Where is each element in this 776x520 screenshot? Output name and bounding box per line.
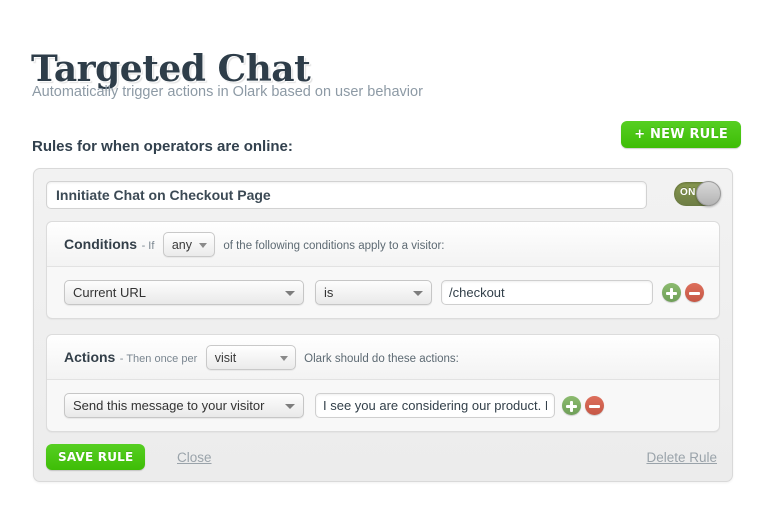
actions-title: Actions [64,349,116,365]
toggle-knob[interactable] [696,181,721,206]
chevron-down-icon [413,291,423,296]
conditions-match-value: any [171,238,193,253]
add-condition-button[interactable] [662,283,681,302]
chevron-down-icon [285,404,295,409]
toggle-state-label: ON [680,187,696,198]
conditions-prefix: - If [141,240,155,252]
rule-card: ON Conditions - If any of the following … [33,168,733,482]
action-message-input[interactable] [315,393,555,418]
rule-enabled-toggle[interactable]: ON [674,181,721,206]
plus-icon [670,287,673,299]
condition-field-value: Current URL [73,285,146,300]
save-rule-button[interactable]: SAVE RULE [46,444,146,470]
rule-title-row: ON [46,181,721,209]
conditions-section: Conditions - If any of the following con… [46,221,720,319]
rule-name-input[interactable] [46,181,647,209]
action-type-value: Send this message to your visitor [73,398,265,413]
close-link[interactable]: Close [177,450,212,465]
condition-operator-value: is [324,285,334,300]
rules-section-label: Rules for when operators are online: [32,138,293,155]
page-subtitle: Automatically trigger actions in Olark b… [32,84,423,100]
actions-suffix: Olark should do these actions: [304,353,459,365]
new-rule-button[interactable]: + NEW RULE [621,121,741,148]
actions-section: Actions - Then once per visit Olark shou… [46,334,720,432]
chevron-down-icon [198,243,207,249]
actions-frequency-select[interactable]: visit [205,345,296,371]
chevron-down-icon [285,291,295,296]
remove-condition-button[interactable] [685,283,704,302]
actions-prefix: - Then once per [119,353,198,365]
condition-operator-select[interactable]: is [315,280,432,305]
actions-frequency-value: visit [214,351,237,366]
conditions-title: Conditions [64,236,138,252]
actions-row: Send this message to your visitor [47,380,719,432]
minus-icon [689,291,700,295]
conditions-header: Conditions - If any of the following con… [47,222,719,267]
conditions-match-select[interactable]: any [162,232,215,258]
actions-header: Actions - Then once per visit Olark shou… [47,335,719,380]
add-action-button[interactable] [562,396,581,415]
targeted-chat-page: Targeted Chat Automatically trigger acti… [0,0,776,520]
action-type-select[interactable]: Send this message to your visitor [64,393,304,418]
remove-action-button[interactable] [585,396,604,415]
plus-icon [570,400,573,412]
conditions-row: Current URL is [47,267,719,319]
conditions-suffix: of the following conditions apply to a v… [223,240,445,252]
condition-value-input[interactable] [441,280,653,305]
chevron-down-icon [279,356,288,362]
condition-field-select[interactable]: Current URL [64,280,304,305]
delete-rule-link[interactable]: Delete Rule [646,450,717,465]
minus-icon [589,404,600,408]
